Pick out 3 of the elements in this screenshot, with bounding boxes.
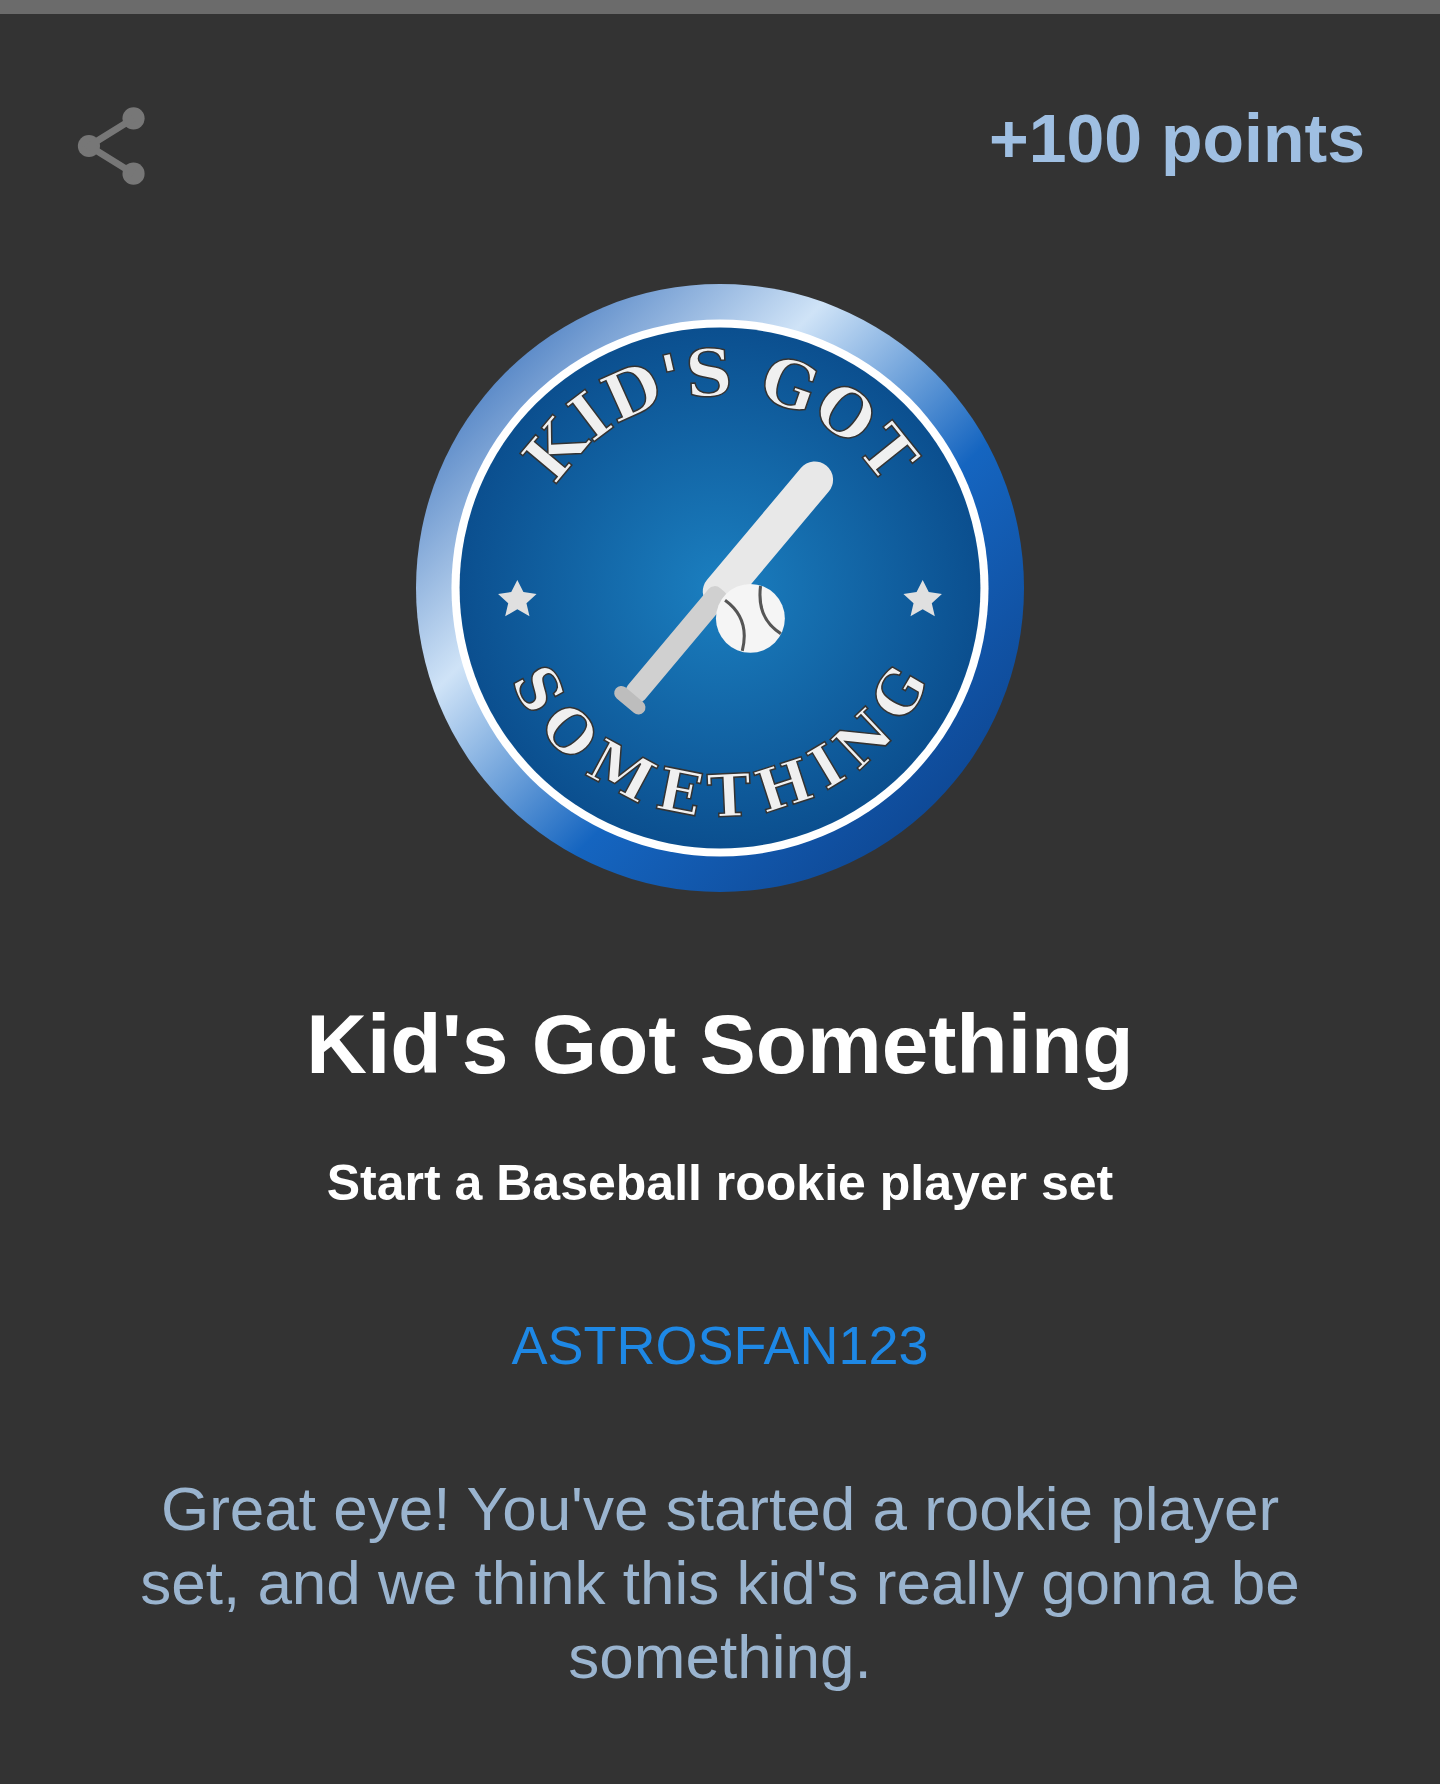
badge-subtitle: Start a Baseball rookie player set — [326, 1158, 1114, 1208]
username-link[interactable]: ASTROSFAN123 — [511, 1318, 929, 1372]
badge-description: Great eye! You've started a rookie player set, and we think this kid's really gonna be something. — [139, 1473, 1301, 1693]
